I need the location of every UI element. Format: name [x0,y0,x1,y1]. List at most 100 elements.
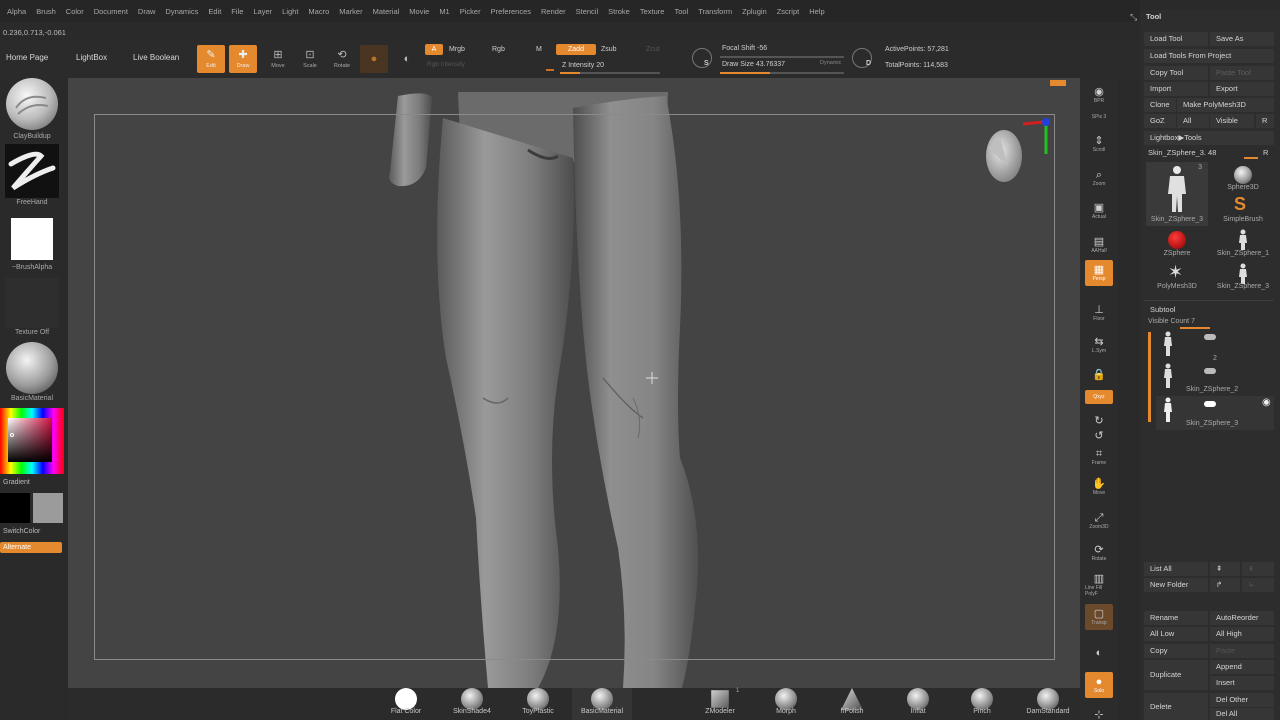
material-thumbnail[interactable] [6,342,58,394]
menu-item-edit[interactable]: Edit [203,7,226,16]
visibility-toggle[interactable] [1204,401,1216,407]
draw-size-slider[interactable] [720,72,844,74]
visible-count-slider[interactable]: Visible Count 7 [1148,318,1195,325]
solo-button[interactable]: ● Solo [1085,672,1113,698]
color-picker-cursor[interactable] [10,433,14,437]
menu-item-marker[interactable]: Marker [334,7,367,16]
zsub-toggle[interactable]: Zsub [601,46,617,53]
move-up-icon[interactable]: ↱ [1210,578,1240,592]
goz-button[interactable]: GoZ [1144,114,1176,128]
edit-button[interactable]: ✎ Edit [197,45,225,73]
material-button[interactable]: ◐ [393,45,421,73]
menu-item-file[interactable]: File [226,7,248,16]
close-icon[interactable]: ⤡ [1130,12,1137,23]
goz-r-button[interactable]: R [1256,114,1274,128]
z-intensity-slider[interactable] [560,72,660,74]
lightbox-button[interactable]: LightBox [70,48,113,68]
tool-thumb-skin-zsphere-3b[interactable]: Skin_ZSphere_3 [1212,262,1274,294]
menu-item-stroke[interactable]: Stroke [603,7,635,16]
del-other-button[interactable]: Del Other [1210,693,1274,707]
menu-item-macro[interactable]: Macro [303,7,334,16]
lightbox-tools-button[interactable]: Lightbox▶Tools [1144,131,1274,145]
arrow-up-icon[interactable]: ⇞ [1210,562,1240,576]
m-toggle[interactable]: M [536,46,542,53]
autoreorder-button[interactable]: AutoReorder [1210,611,1274,625]
eye-icon[interactable]: ◉ [1262,397,1271,408]
alpha-thumbnail[interactable] [11,218,53,260]
subtool-row-2[interactable]: 2 Skin_ZSphere_2 [1156,355,1274,396]
alternate-toggle[interactable]: Alternate [0,542,62,553]
shelf-item-hpolish[interactable]: hPolish [822,688,882,720]
xyz-button[interactable]: Qxyz [1085,390,1113,404]
mrgb-toggle[interactable]: Mrgb [449,46,465,53]
a-toggle[interactable]: A [425,44,443,55]
all-low-button[interactable]: All Low [1144,627,1208,641]
list-all-button[interactable]: List All [1144,562,1208,576]
visibility-toggle[interactable] [1204,334,1216,340]
draw-button[interactable]: ✚ Draw [229,45,257,73]
bpr-button[interactable]: ◉ BPR [1085,82,1113,108]
menu-item-render[interactable]: Render [536,7,571,16]
focal-shift-label[interactable]: Focal Shift -56 [722,45,767,52]
menu-item-light[interactable]: Light [277,7,303,16]
menu-item-texture[interactable]: Texture [635,7,670,16]
rotate-button[interactable]: ⟳ Rotate [1085,540,1113,566]
menu-item-alpha[interactable]: Alpha [2,7,31,16]
move-down-icon[interactable]: ↳ [1242,578,1274,592]
shelf-item-inflat[interactable]: Inflat [888,688,948,720]
paste-button[interactable]: Paste [1210,644,1274,658]
shelf-item-morph[interactable]: Morph [756,688,816,720]
actual-button[interactable]: ▣ Actual [1085,198,1113,224]
rotate-button[interactable]: ⟲ Rotate [328,45,356,73]
zoom3d-button[interactable]: ⤢ Zoom3D [1085,508,1113,534]
subtool-row-3-selected[interactable]: ◉ Skin_ZSphere_3 [1156,396,1274,430]
tool-thumb-polymesh3d[interactable]: ✶ PolyMesh3D [1146,262,1208,294]
draw-size-label[interactable]: Draw Size 43.76337 [722,61,785,68]
new-folder-button[interactable]: New Folder [1144,578,1208,592]
save-as-button[interactable]: Save As [1210,32,1274,46]
export-button[interactable]: Export [1210,82,1274,96]
rgb-intensity-slider[interactable]: Rgb Intensity [427,61,465,68]
scroll-button[interactable]: ⇕ Scroll [1085,131,1113,157]
stroke-thumbnail[interactable] [5,144,59,198]
color-picker[interactable] [0,408,64,474]
menu-item-layer[interactable]: Layer [248,7,277,16]
secondary-color-swatch[interactable] [33,493,63,523]
zoom-button[interactable]: ⌕ Zoom [1085,165,1113,191]
insert-button[interactable]: Insert [1210,676,1274,690]
frame-button[interactable]: ⌗ Frame [1085,444,1113,470]
switch-color-button[interactable]: SwitchColor [3,528,40,535]
zcut-toggle[interactable]: Zcut [646,46,660,53]
menu-item-preferences[interactable]: Preferences [486,7,536,16]
menu-item-tool[interactable]: Tool [669,7,693,16]
gradient-label[interactable]: Gradient [3,479,30,486]
duplicate-button[interactable]: Duplicate [1144,660,1208,690]
paste-tool-button[interactable]: Paste Tool [1210,66,1274,80]
shelf-item-damstandard[interactable]: DamStandard [1018,688,1078,720]
aahalf-button[interactable]: ▤ AAHalf [1085,232,1113,258]
dynamic-toggle[interactable]: Dynamic [820,60,841,66]
menu-item-color[interactable]: Color [61,7,89,16]
tool-thumb-sphere3d[interactable]: Sphere3D [1212,162,1274,194]
shelf-item-basicmaterial[interactable]: BasicMaterial [572,688,632,720]
all-high-button[interactable]: All High [1210,627,1274,641]
move-button[interactable]: ✋ Move [1085,474,1113,500]
visibility-toggle[interactable] [1204,368,1216,374]
current-tool-slider[interactable]: Skin_ZSphere_3. 48 [1148,148,1216,157]
menu-item-zscript[interactable]: Zscript [772,7,805,16]
focal-shift-slider[interactable] [720,56,844,58]
rgb-toggle[interactable]: Rgb [492,46,505,53]
menu-item-help[interactable]: Help [804,7,829,16]
rename-button[interactable]: Rename [1144,611,1208,625]
load-tool-button[interactable]: Load Tool [1144,32,1208,46]
menu-item-zplugin[interactable]: Zplugin [737,7,772,16]
current-tool-r[interactable]: R [1263,148,1268,157]
menu-item-dynamics[interactable]: Dynamics [160,7,203,16]
arrow-down-icon[interactable]: ⇟ [1242,562,1274,576]
shelf-item-skinshade4[interactable]: SkinShade4 [442,688,502,720]
main-color-swatch[interactable] [0,493,30,523]
shelf-item-zmodeler[interactable]: 1 ZModeler [690,688,750,720]
copy-tool-button[interactable]: Copy Tool [1144,66,1208,80]
texture-thumbnail[interactable] [5,278,59,328]
del-all-button[interactable]: Del All [1210,708,1274,720]
